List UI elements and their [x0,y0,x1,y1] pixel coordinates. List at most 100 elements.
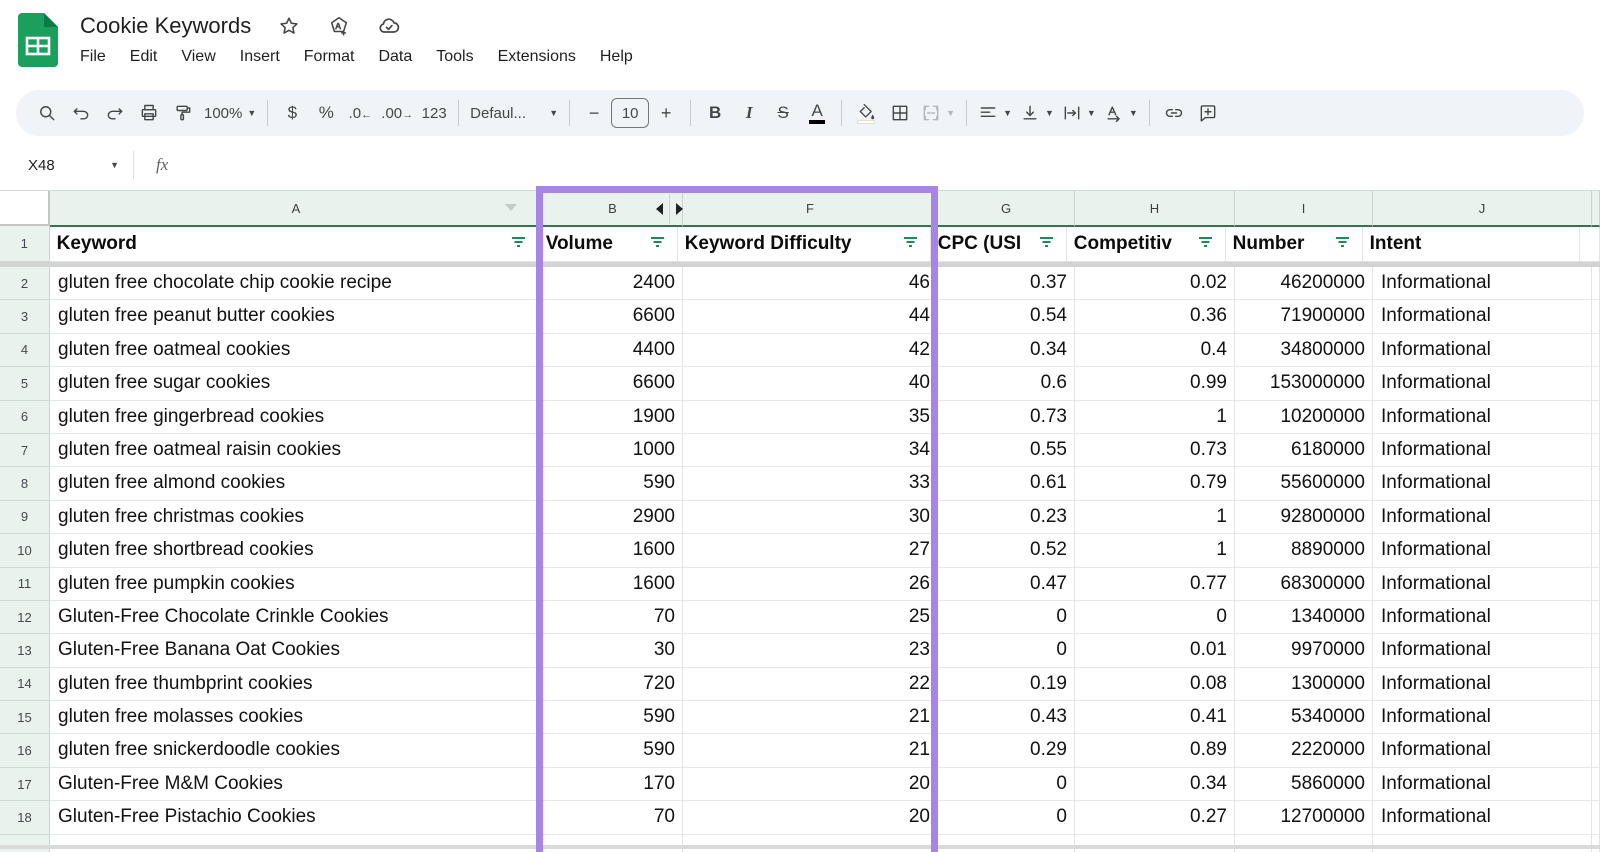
menu-help[interactable]: Help [588,44,645,70]
cell-keyword-row4[interactable]: gluten free oatmeal cookies [50,333,543,368]
cell-keyword-row7[interactable]: gluten free oatmeal raisin cookies [50,433,543,468]
horizontal-align-button[interactable]: ▼ [974,96,1016,130]
cell-cpc-row17[interactable]: 0 [938,767,1075,802]
cell-kd-row12[interactable]: 25 [683,600,938,635]
vertical-align-button[interactable]: ▼ [1016,96,1058,130]
cell-empty[interactable] [543,834,683,852]
cell-cpc-row5[interactable]: 0.6 [938,367,1075,401]
menu-insert[interactable]: Insert [228,44,292,70]
menu-format[interactable]: Format [292,44,367,70]
row-number-11[interactable]: 11 [0,567,50,601]
borders-button[interactable] [883,96,917,130]
cell-kd-row14[interactable]: 22 [683,667,938,702]
cell-intent-row15[interactable]: Informational [1373,701,1592,735]
increase-decimal-button[interactable]: .00→ [377,96,417,130]
cell-keyword-row13[interactable]: Gluten-Free Banana Oat Cookies [50,634,543,668]
cell-keyword-row15[interactable]: gluten free molasses cookies [50,701,543,735]
cell-number-row12[interactable]: 1340000 [1235,600,1373,635]
cell-kd-row16[interactable]: 21 [683,734,938,768]
number-format-button[interactable]: 123 [417,96,451,130]
cell-number-row3[interactable]: 71900000 [1235,300,1373,334]
text-rotation-button[interactable]: ▼ [1100,96,1142,130]
cell-number-row7[interactable]: 6180000 [1235,433,1373,468]
row-number-9[interactable]: 9 [0,500,50,535]
cell-intent-row6[interactable]: Informational [1373,400,1592,434]
cell-competition-row3[interactable]: 0.36 [1075,300,1235,334]
row-number-19[interactable] [0,834,50,852]
cell-volume-row6[interactable]: 1900 [543,400,683,434]
cell-intent-row10[interactable]: Informational [1373,534,1592,568]
cell-competition-row8[interactable]: 0.79 [1075,467,1235,501]
filter-icon[interactable] [1194,233,1213,255]
cell-keyword-row3[interactable]: gluten free peanut butter cookies [50,300,543,334]
format-currency-button[interactable]: $ [275,96,309,130]
cell-competition-row4[interactable]: 0.4 [1075,333,1235,368]
cell-kd-row7[interactable]: 34 [683,433,938,468]
text-wrap-button[interactable]: ▼ [1058,96,1100,130]
cell-competition-row5[interactable]: 0.99 [1075,367,1235,401]
menu-edit[interactable]: Edit [118,44,170,70]
cell-empty[interactable] [1373,834,1592,852]
cell-competition-row2[interactable]: 0.02 [1075,267,1235,301]
cell-keyword-row9[interactable]: gluten free christmas cookies [50,500,543,535]
cell-cpc-row14[interactable]: 0.19 [938,667,1075,702]
cell-competition-row13[interactable]: 0.01 [1075,634,1235,668]
cell-keyword-row12[interactable]: Gluten-Free Chocolate Crinkle Cookies [50,600,543,635]
cell-kd-row6[interactable]: 35 [683,400,938,434]
cell-kd-row2[interactable]: 46 [683,267,938,301]
text-color-button[interactable]: A [800,96,834,130]
cell-cpc-row7[interactable]: 0.55 [938,433,1075,468]
cell-intent-row11[interactable]: Informational [1373,567,1592,601]
star-icon[interactable] [277,14,301,38]
cell-competition-row11[interactable]: 0.77 [1075,567,1235,601]
document-title[interactable]: Cookie Keywords [80,13,251,39]
cell-competition-row6[interactable]: 1 [1075,400,1235,434]
sheets-logo-icon[interactable] [18,13,58,67]
cell-cpc-row13[interactable]: 0 [938,634,1075,668]
column-header-G[interactable]: G [938,191,1075,227]
cell-number-row15[interactable]: 5340000 [1235,701,1373,735]
cell-volume-row8[interactable]: 590 [543,467,683,501]
menu-extensions[interactable]: Extensions [486,44,588,70]
cell-cpc-row6[interactable]: 0.73 [938,400,1075,434]
cell-intent-row18[interactable]: Informational [1373,801,1592,835]
zoom-select[interactable]: 100% ▼ [200,96,260,130]
cell-number-row16[interactable]: 2220000 [1235,734,1373,768]
cell-number-row2[interactable]: 46200000 [1235,267,1373,301]
select-all-corner[interactable] [0,191,50,226]
cell-intent-row16[interactable]: Informational [1373,734,1592,768]
format-percent-button[interactable]: % [309,96,343,130]
menu-file[interactable]: File [68,44,118,70]
cell-number-row11[interactable]: 68300000 [1235,567,1373,601]
cell-number-row17[interactable]: 5860000 [1235,767,1373,802]
header-cell-volume[interactable]: Volume [538,226,678,262]
cell-cpc-row8[interactable]: 0.61 [938,467,1075,501]
cell-kd-row8[interactable]: 33 [683,467,938,501]
cell-competition-row16[interactable]: 0.89 [1075,734,1235,768]
unhide-left-icon[interactable] [656,203,663,215]
cell-volume-row16[interactable]: 590 [543,734,683,768]
cell-volume-row2[interactable]: 2400 [543,267,683,301]
cell-volume-row14[interactable]: 720 [543,667,683,702]
row-number-12[interactable]: 12 [0,600,50,635]
cell-kd-row3[interactable]: 44 [683,300,938,334]
bold-button[interactable]: B [698,96,732,130]
cell-competition-row17[interactable]: 0.34 [1075,767,1235,802]
cell-empty[interactable] [938,834,1075,852]
row-number-15[interactable]: 15 [0,701,50,735]
print-icon[interactable] [132,96,166,130]
cell-intent-row7[interactable]: Informational [1373,433,1592,468]
cell-cpc-row4[interactable]: 0.34 [938,333,1075,368]
cell-volume-row4[interactable]: 4400 [543,333,683,368]
column-header-H[interactable]: H [1075,191,1235,227]
cell-number-row4[interactable]: 34800000 [1235,333,1373,368]
cell-cpc-row12[interactable]: 0 [938,600,1075,635]
insert-link-icon[interactable] [1157,96,1191,130]
cell-keyword-row16[interactable]: gluten free snickerdoodle cookies [50,734,543,768]
cell-keyword-row6[interactable]: gluten free gingerbread cookies [50,400,543,434]
cell-kd-row9[interactable]: 30 [683,500,938,535]
filter-icon[interactable] [1035,233,1054,255]
cell-number-row6[interactable]: 10200000 [1235,400,1373,434]
column-header-A[interactable]: A [50,191,543,227]
cell-cpc-row15[interactable]: 0.43 [938,701,1075,735]
